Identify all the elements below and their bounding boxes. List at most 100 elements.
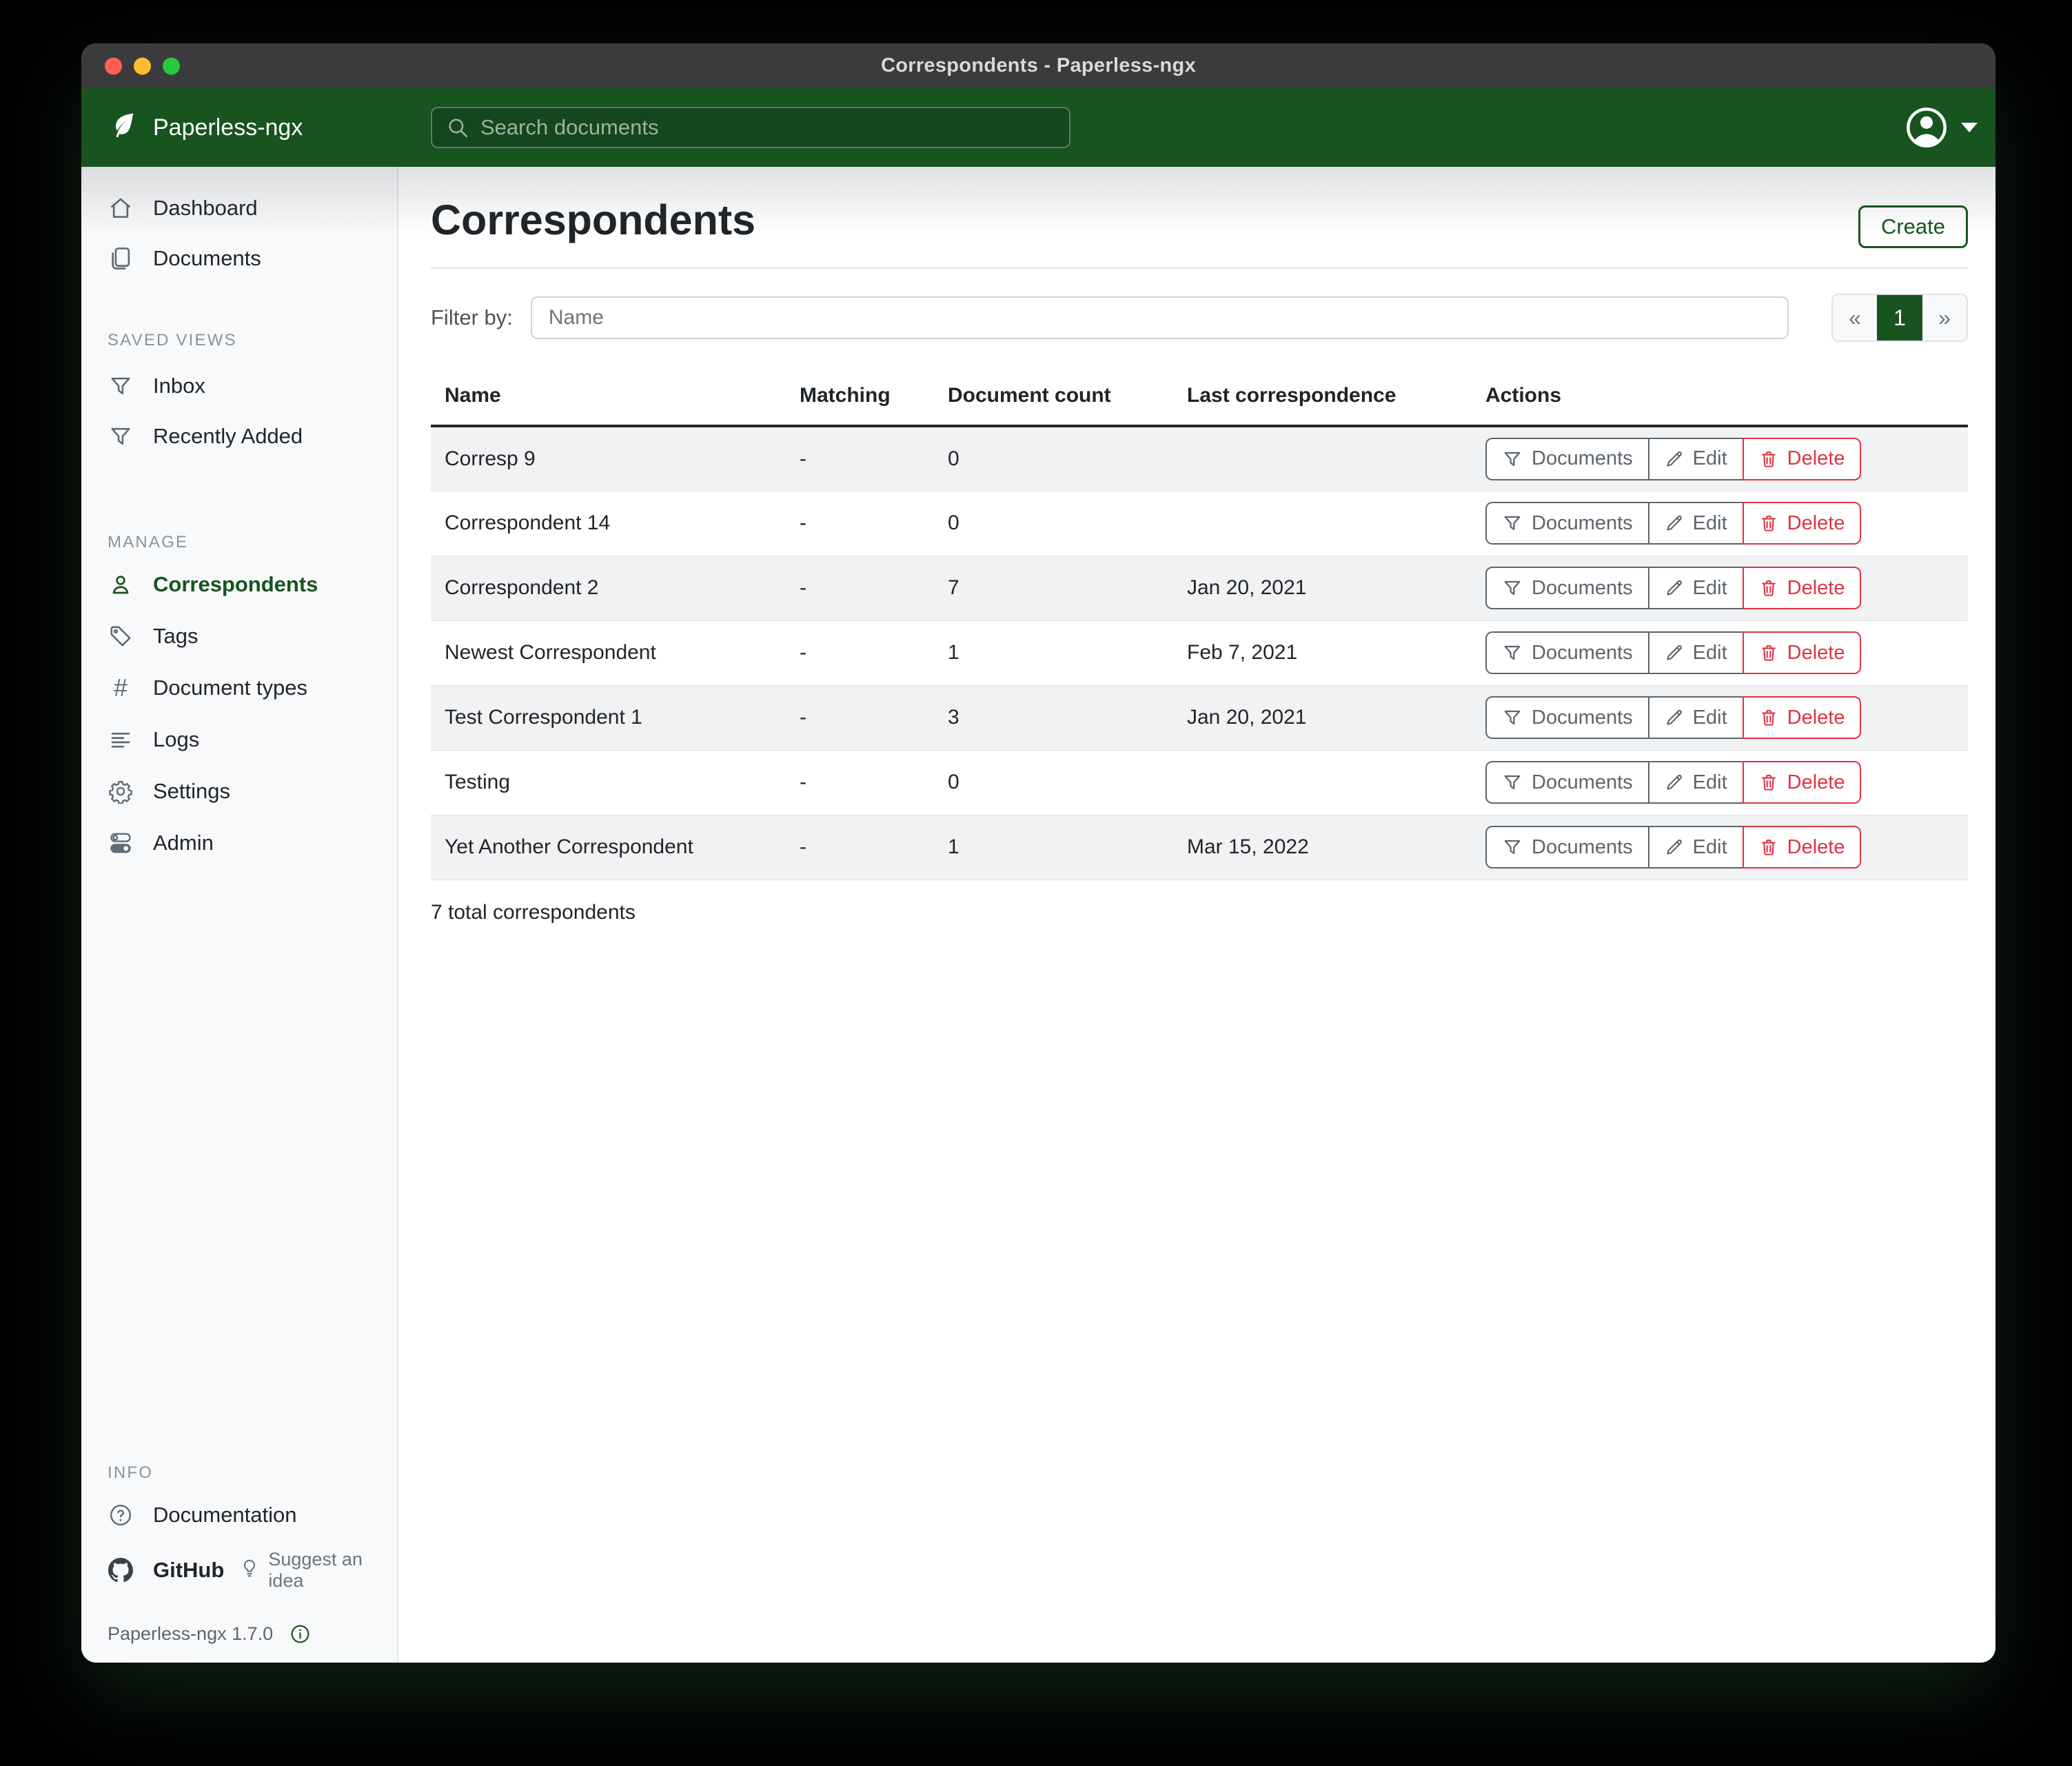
cell-last-correspondence: Jan 20, 2021: [1173, 685, 1472, 750]
column-header-matching: Matching: [786, 367, 934, 426]
macos-titlebar: Correspondents - Paperless-ngx: [81, 43, 1995, 88]
info-block: INFO Documentation: [81, 1463, 397, 1645]
row-delete-button[interactable]: Delete: [1743, 696, 1862, 739]
row-edit-button[interactable]: Edit: [1648, 696, 1744, 739]
cell-actions: Documents Edit Delete: [1472, 491, 1968, 556]
cell-name: Correspondent 14: [431, 491, 786, 556]
sidebar-item-documentation[interactable]: Documentation: [81, 1499, 397, 1532]
sidebar-item-documents[interactable]: Documents: [81, 242, 397, 275]
cell-document-count: 0: [934, 426, 1173, 491]
table-row: Testing - 0 Documents Edit: [431, 750, 1968, 815]
row-edit-button[interactable]: Edit: [1648, 502, 1744, 545]
pagination-prev-button[interactable]: «: [1833, 295, 1877, 341]
info-circle-icon[interactable]: [290, 1623, 311, 1645]
cell-matching: -: [786, 685, 934, 750]
sidebar-item-logs[interactable]: Logs: [81, 723, 397, 756]
cell-document-count: 1: [934, 620, 1173, 685]
sidebar-item-label: Admin: [153, 831, 214, 855]
table-row: Yet Another Correspondent - 1 Mar 15, 20…: [431, 815, 1968, 880]
github-icon: [108, 1558, 134, 1583]
sidebar: Dashboard Documents SAVED VIEWS: [81, 167, 398, 1663]
row-delete-button[interactable]: Delete: [1743, 438, 1862, 480]
pencil-icon: [1665, 578, 1684, 598]
trash-icon: [1759, 773, 1778, 792]
row-edit-button[interactable]: Edit: [1648, 826, 1744, 869]
sidebar-item-label: Documentation: [153, 1503, 297, 1528]
row-edit-button[interactable]: Edit: [1648, 438, 1744, 480]
row-documents-button[interactable]: Documents: [1485, 438, 1649, 480]
sidebar-item-inbox[interactable]: Inbox: [81, 369, 397, 403]
tag-icon: [108, 624, 134, 649]
row-edit-button[interactable]: Edit: [1648, 761, 1744, 804]
row-documents-button[interactable]: Documents: [1485, 502, 1649, 545]
sidebar-item-label: Logs: [153, 727, 199, 752]
row-delete-button[interactable]: Delete: [1743, 631, 1862, 674]
row-documents-button[interactable]: Documents: [1485, 631, 1649, 674]
row-action-group: Documents Edit Delete: [1485, 696, 1861, 739]
row-documents-button[interactable]: Documents: [1485, 761, 1649, 804]
question-circle-icon: [108, 1503, 134, 1528]
table-row: Corresp 9 - 0 Documents Edit: [431, 426, 1968, 491]
github-row: GitHub Suggest an idea: [81, 1549, 397, 1592]
pagination-page-1[interactable]: 1: [1877, 295, 1922, 341]
row-action-group: Documents Edit Delete: [1485, 438, 1861, 480]
row-delete-button[interactable]: Delete: [1743, 826, 1862, 869]
sidebar-item-document-types[interactable]: # Document types: [81, 671, 397, 704]
row-action-group: Documents Edit Delete: [1485, 502, 1861, 545]
table-row: Newest Correspondent - 1 Feb 7, 2021 Doc…: [431, 620, 1968, 685]
page-head: Correspondents Create: [431, 196, 1968, 248]
header-divider: [431, 267, 1968, 269]
minimize-window-button[interactable]: [134, 57, 151, 74]
pagination: « 1 »: [1831, 294, 1968, 342]
home-icon: [108, 195, 134, 221]
sidebar-item-label: GitHub: [153, 1558, 224, 1583]
row-documents-button[interactable]: Documents: [1485, 826, 1649, 869]
row-action-group: Documents Edit Delete: [1485, 826, 1861, 869]
cell-last-correspondence: Jan 20, 2021: [1173, 556, 1472, 620]
sidebar-item-recently-added[interactable]: Recently Added: [81, 420, 397, 453]
cell-name: Testing: [431, 750, 786, 815]
row-edit-button[interactable]: Edit: [1648, 631, 1744, 674]
cell-matching: -: [786, 750, 934, 815]
pagination-next-button[interactable]: »: [1922, 295, 1967, 341]
filter-row: Filter by: « 1 »: [431, 294, 1968, 342]
funnel-icon: [1502, 449, 1523, 469]
suggest-idea-link[interactable]: Suggest an idea: [239, 1549, 397, 1592]
desktop: { "window": { "titlebar_title": "Corresp…: [0, 0, 2072, 1766]
files-icon: [108, 245, 134, 272]
brand[interactable]: Paperless-ngx: [108, 88, 303, 167]
pencil-icon: [1665, 514, 1684, 533]
sidebar-item-settings[interactable]: Settings: [81, 775, 397, 808]
filter-name-input[interactable]: [531, 296, 1789, 339]
create-button[interactable]: Create: [1858, 205, 1968, 248]
cell-last-correspondence: Feb 7, 2021: [1173, 620, 1472, 685]
row-action-group: Documents Edit Delete: [1485, 631, 1861, 674]
sidebar-item-label: Document types: [153, 676, 307, 700]
global-search[interactable]: [431, 107, 1070, 148]
sidebar-item-tags[interactable]: Tags: [81, 620, 397, 653]
cell-actions: Documents Edit Delete: [1472, 556, 1968, 620]
sidebar-item-correspondents[interactable]: Correspondents: [81, 568, 397, 601]
row-delete-button[interactable]: Delete: [1743, 502, 1862, 545]
cell-name: Yet Another Correspondent: [431, 815, 786, 880]
row-documents-button[interactable]: Documents: [1485, 567, 1649, 609]
zoom-window-button[interactable]: [163, 57, 180, 74]
app-version: Paperless-ngx 1.7.0: [108, 1623, 273, 1645]
sidebar-item-github[interactable]: GitHub: [81, 1554, 224, 1587]
row-edit-button[interactable]: Edit: [1648, 567, 1744, 609]
cell-name: Correspondent 2: [431, 556, 786, 620]
suggest-idea-label: Suggest an idea: [268, 1549, 397, 1592]
close-window-button[interactable]: [105, 57, 122, 74]
column-header-actions: Actions: [1472, 367, 1968, 426]
user-menu[interactable]: [1905, 88, 1978, 167]
table-row: Correspondent 14 - 0 Documents Edit: [431, 491, 1968, 556]
version-row: Paperless-ngx 1.7.0: [81, 1623, 397, 1645]
correspondents-table: Name Matching Document count Last corres…: [431, 367, 1968, 880]
row-delete-button[interactable]: Delete: [1743, 761, 1862, 804]
row-delete-button[interactable]: Delete: [1743, 567, 1862, 609]
search-input[interactable]: [480, 115, 1055, 140]
user-avatar-icon: [1905, 105, 1949, 150]
row-documents-button[interactable]: Documents: [1485, 696, 1649, 739]
sidebar-item-dashboard[interactable]: Dashboard: [81, 192, 397, 225]
sidebar-item-admin[interactable]: Admin: [81, 826, 397, 860]
